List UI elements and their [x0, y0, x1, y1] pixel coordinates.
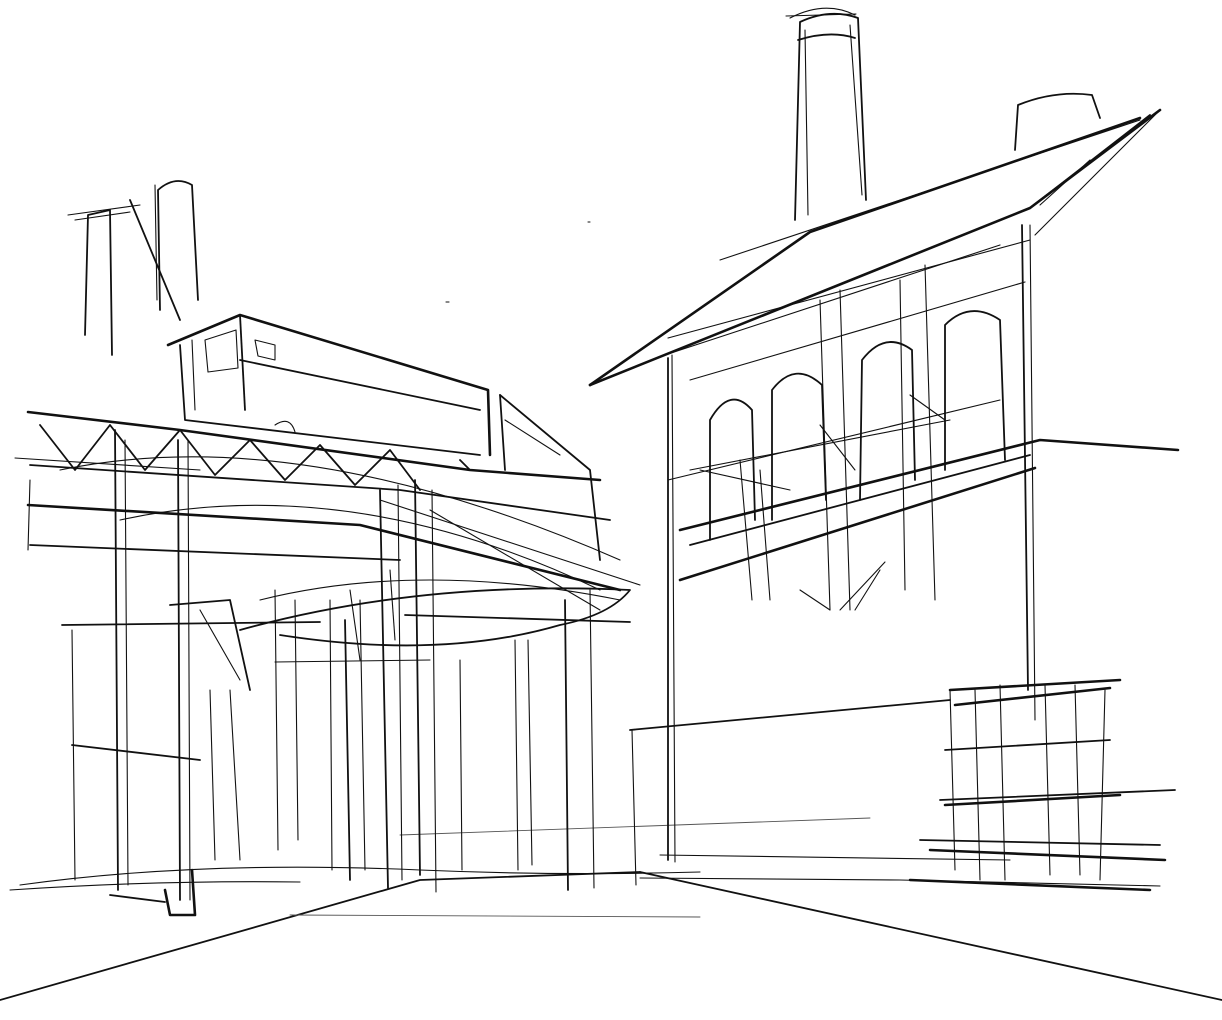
arched-window — [771, 372, 827, 521]
street-ground — [0, 817, 1222, 1001]
arched-window — [859, 341, 916, 501]
arched-window — [709, 398, 756, 541]
arched-windows — [689, 310, 1006, 541]
sketch-drawing — [0, 7, 1222, 1001]
right-building — [588, 7, 1180, 886]
sketch-canvas — [0, 0, 1222, 1020]
arched-window — [944, 310, 1006, 471]
scaffold-grid — [919, 678, 1176, 881]
facade — [629, 224, 1180, 886]
chimney — [785, 7, 867, 221]
trestle-truss — [14, 410, 641, 647]
roof — [588, 108, 1162, 387]
left-structure — [14, 180, 641, 917]
left-pier — [61, 429, 321, 917]
background-chimneys — [67, 180, 199, 356]
roof-vent — [1014, 92, 1101, 151]
